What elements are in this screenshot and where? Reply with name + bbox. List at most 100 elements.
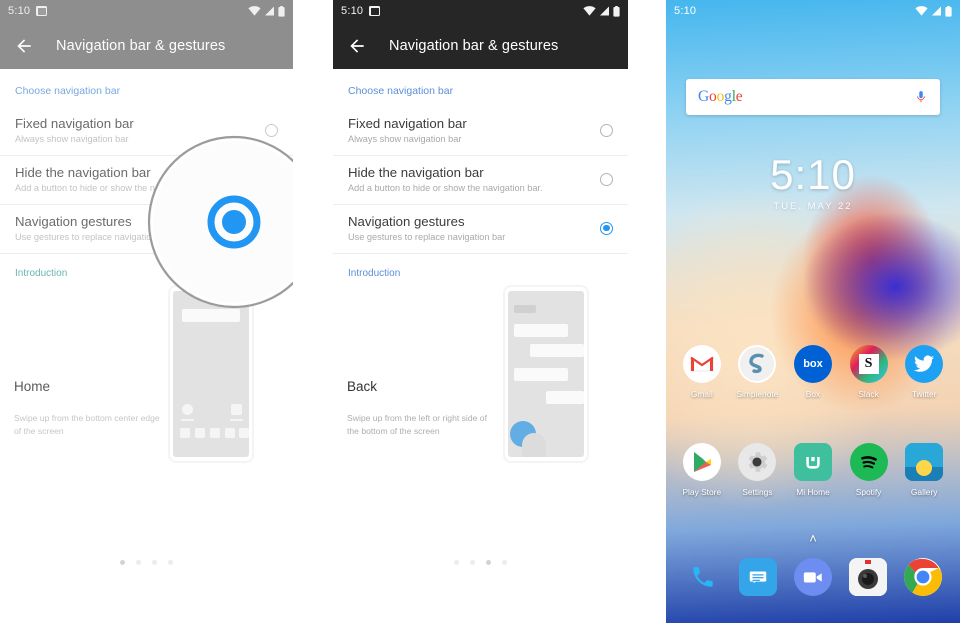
simplenote-icon: [738, 345, 777, 383]
app-icon-gallery[interactable]: Gallery: [900, 443, 948, 497]
pagination-dot[interactable]: [136, 560, 141, 565]
status-bar-clock: 5:10: [8, 5, 31, 17]
app-icon-mi-home[interactable]: Mi Home: [789, 443, 837, 497]
option-text: Fixed navigation bar Always show navigat…: [15, 116, 134, 144]
phone-panel-three-home-screen: 5:10 Google 5:10 TUE, MAY 22 Gmail Simpl…: [666, 0, 960, 623]
play-store-icon: [682, 443, 721, 481]
option-navigation-gestures[interactable]: Navigation gestures Use gestures to repl…: [0, 205, 293, 254]
illustration-title: Home: [14, 378, 51, 394]
settings-body: Choose navigation bar Fixed navigation b…: [333, 69, 628, 565]
settings-icon: [738, 443, 777, 481]
google-logo: Google: [698, 88, 743, 105]
gallery-icon: [905, 443, 944, 481]
mockup-message-bubble: [514, 324, 568, 337]
section-label-introduction: Introduction: [348, 268, 401, 279]
app-icon-settings[interactable]: Settings: [733, 443, 781, 497]
pagination-dots: [333, 560, 628, 565]
phone-icon[interactable]: [684, 558, 722, 596]
microphone-icon[interactable]: [914, 88, 928, 106]
status-bar: 5:10: [666, 0, 960, 22]
option-subtitle: Always show navigation bar: [348, 134, 462, 144]
mockup-search-bar: [182, 309, 240, 322]
app-label: Box: [805, 389, 821, 399]
clock-widget[interactable]: 5:10 TUE, MAY 22: [666, 151, 960, 213]
option-hide-navigation-bar[interactable]: Hide the navigation bar Add a button to …: [0, 156, 293, 205]
messages-icon[interactable]: [739, 558, 778, 596]
radio-fixed-navigation-bar[interactable]: [600, 123, 613, 137]
gesture-illustration-home: Home Swipe up from the bottom center edg…: [0, 279, 293, 509]
app-label: Gallery: [910, 487, 938, 497]
section-label-choose-navigation-bar: Choose navigation bar: [15, 85, 121, 97]
radio-navigation-gestures[interactable]: [600, 221, 613, 235]
app-bar: Navigation bar & gestures: [333, 22, 628, 69]
option-title: Fixed navigation bar: [15, 116, 134, 131]
hand-cursor-icon: [522, 433, 546, 457]
camera-icon[interactable]: [848, 558, 887, 596]
app-icon-play-store[interactable]: Play Store: [678, 443, 726, 497]
mockup-app-circle: [182, 404, 193, 415]
option-text: Fixed navigation bar Always show navigat…: [348, 116, 467, 144]
phone-mockup: [503, 285, 589, 463]
option-navigation-gestures[interactable]: Navigation gestures Use gestures to repl…: [333, 205, 628, 254]
phone-mockup-screen: [173, 291, 249, 457]
pagination-dot[interactable]: [120, 560, 125, 565]
screenshot-stage: 5:10 Navigation bar & gestures Choose na…: [0, 0, 960, 623]
option-fixed-navigation-bar[interactable]: Fixed navigation bar Always show navigat…: [333, 107, 628, 156]
app-label: Simplenote: [736, 389, 779, 399]
pagination-dot[interactable]: [152, 560, 157, 565]
option-title: Hide the navigation bar: [348, 165, 484, 180]
clock-widget-time: 5:10: [770, 151, 856, 198]
app-drawer-chevron-up-icon[interactable]: ˄: [666, 531, 960, 546]
pagination-dots: [0, 560, 293, 565]
status-bar-icons: [915, 5, 952, 17]
google-search-bar[interactable]: Google: [686, 79, 940, 115]
pagination-dot[interactable]: [486, 560, 491, 565]
wifi-icon: [248, 6, 261, 16]
pagination-dot[interactable]: [168, 560, 173, 565]
app-icon-box[interactable]: box Box: [789, 345, 837, 399]
signal-icon: [600, 6, 609, 16]
illustration-text: Back Swipe up from the left or right sid…: [347, 379, 497, 438]
pagination-dot[interactable]: [502, 560, 507, 565]
battery-icon: [945, 5, 952, 17]
option-text: Navigation gestures Use gestures to repl…: [15, 214, 172, 242]
illustration-description: Swipe up from the left or right side of …: [347, 412, 487, 436]
app-icon-simplenote[interactable]: Simplenote: [733, 345, 781, 399]
option-fixed-navigation-bar[interactable]: Fixed navigation bar Always show navigat…: [0, 107, 293, 156]
status-bar: 5:10: [0, 0, 293, 22]
option-hide-navigation-bar[interactable]: Hide the navigation bar Add a button to …: [333, 156, 628, 205]
mockup-message-bubble: [530, 344, 584, 357]
twitter-icon: [905, 345, 944, 383]
pagination-dot[interactable]: [454, 560, 459, 565]
signal-icon: [932, 6, 941, 16]
radio-hide-navigation-bar[interactable]: [600, 172, 613, 186]
illustration-text: Home Swipe up from the bottom center edg…: [14, 379, 164, 438]
radio-fixed-navigation-bar[interactable]: [265, 123, 278, 137]
pagination-dot[interactable]: [470, 560, 475, 565]
battery-icon: [278, 5, 285, 17]
app-row-one: Gmail Simplenote box Box S Slack Twitter: [666, 345, 960, 399]
arrow-back-icon[interactable]: [14, 36, 34, 56]
option-subtitle: Use gestures to replace navigation bar: [15, 232, 173, 242]
app-icon-twitter[interactable]: Twitter: [900, 345, 948, 399]
app-icon-gmail[interactable]: Gmail: [678, 345, 726, 399]
section-label-choose-navigation-bar: Choose navigation bar: [348, 85, 454, 97]
spotify-icon: [849, 443, 888, 481]
gesture-illustration-back: Back Swipe up from the left or right sid…: [333, 279, 628, 509]
chrome-icon[interactable]: [903, 558, 942, 596]
mi-home-icon: [793, 443, 832, 481]
app-label: Mi Home: [796, 487, 830, 497]
section-label-introduction: Introduction: [15, 268, 68, 279]
app-icon-slack[interactable]: S Slack: [845, 345, 893, 399]
battery-icon: [613, 5, 620, 17]
radio-hide-navigation-bar[interactable]: [265, 172, 278, 186]
mockup-app-square: [231, 404, 242, 415]
status-bar-clock: 5:10: [674, 5, 697, 17]
arrow-back-icon[interactable]: [347, 36, 367, 56]
duo-icon[interactable]: [793, 558, 832, 596]
radio-navigation-gestures[interactable]: [265, 221, 278, 235]
app-icon-spotify[interactable]: Spotify: [845, 443, 893, 497]
page-title: Navigation bar & gestures: [56, 37, 226, 54]
option-title: Navigation gestures: [15, 214, 132, 229]
option-text: Hide the navigation bar Add a button to …: [348, 165, 543, 193]
